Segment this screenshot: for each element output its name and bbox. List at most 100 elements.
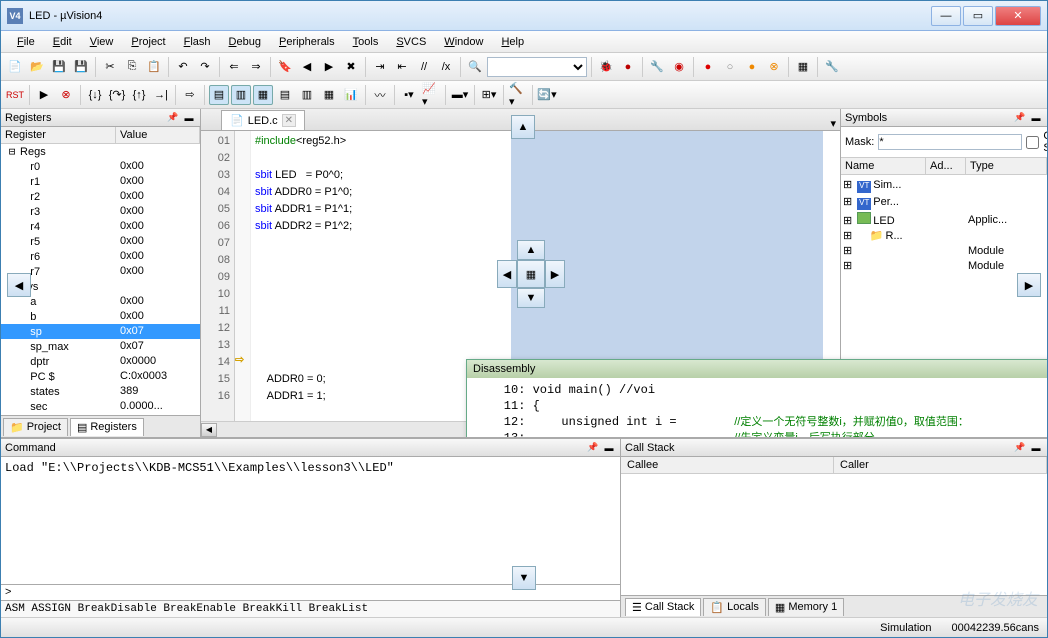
panel-close-icon[interactable]: ▬ [1029,111,1043,125]
reg-b[interactable]: b0x00 [1,309,200,324]
dock-center-icon[interactable]: ▦ [517,260,545,288]
menu-view[interactable]: View [82,34,122,50]
comment-icon[interactable]: // [414,57,434,77]
menu-help[interactable]: Help [493,34,532,50]
symbol-item[interactable]: ⊞ 📁R... [843,228,1045,243]
menu-file[interactable]: File [9,34,43,50]
menu-project[interactable]: Project [123,34,173,50]
orange-x-icon[interactable]: ⊗ [764,57,784,77]
reg-dptr[interactable]: dptr0x0000 [1,354,200,369]
stop-icon[interactable]: ⊗ [56,85,76,105]
outdent-icon[interactable]: ⇤ [392,57,412,77]
analysis-window-icon[interactable]: 📊 [341,85,361,105]
perf-icon[interactable]: 📈▾ [421,85,441,105]
mask-input[interactable] [878,134,1022,150]
nav-fwd-icon[interactable]: ⇒ [246,57,266,77]
cut-icon[interactable]: ✂ [100,57,120,77]
disassembly-titlebar[interactable]: Disassembly ✕ [467,360,1047,378]
symbol-item[interactable]: ⊞ Module [843,243,1045,258]
logic-analyzer-icon[interactable]: ▬▾ [450,85,470,105]
register-col-header[interactable]: Register [1,127,116,143]
memory-window-icon[interactable]: ▥ [297,85,317,105]
locals-tab[interactable]: 📋Locals [703,598,766,616]
bookmark-clear-icon[interactable]: ✖ [341,57,361,77]
tab-dropdown-icon[interactable]: ▾ [830,117,836,130]
system-viewer-icon[interactable]: ⊞▾ [479,85,499,105]
sym-col-name[interactable]: Name [841,158,926,174]
reg-sp[interactable]: sp0x07 [1,324,200,339]
dock-north-icon[interactable]: ▲ [517,240,545,260]
uncomment-icon[interactable]: /x [436,57,456,77]
run-to-cursor-icon[interactable]: →| [151,85,171,105]
registers-tab[interactable]: ▤ Registers [70,418,144,436]
dock-west-icon[interactable]: ◀ [497,260,517,288]
step-into-icon[interactable]: {↓} [85,85,105,105]
minimize-button[interactable]: — [931,6,961,26]
reg-PC[interactable]: PC $C:0x0003 [1,369,200,384]
window-layout-icon[interactable]: ▦ [793,57,813,77]
bookmark-prev-icon[interactable]: ◀ [297,57,317,77]
disassembly-content[interactable]: 10: void main() //voi 11: { 12: unsigned… [467,378,1047,437]
red-dot-icon[interactable]: ● [698,57,718,77]
dock-bottom-hint[interactable]: ▼ [512,566,536,590]
tab-close-icon[interactable]: ✕ [282,114,296,127]
symbol-item[interactable]: ⊞ VTSim... [843,177,1045,194]
editor-tab-led[interactable]: 📄 LED.c ✕ [221,110,305,130]
panel-close-icon[interactable]: ▬ [602,441,616,455]
caller-col[interactable]: Caller [834,457,1047,473]
save-all-icon[interactable]: 💾 [71,57,91,77]
redo-icon[interactable]: ↷ [195,57,215,77]
breakpoint-margin[interactable]: ⇨ [235,131,251,421]
gray-dot-icon[interactable]: ○ [720,57,740,77]
pin-icon[interactable]: 📌 [1013,111,1027,125]
dock-south-icon[interactable]: ▼ [517,288,545,308]
reg-r0[interactable]: r00x00 [1,159,200,174]
bookmark-icon[interactable]: 🔖 [275,57,295,77]
wrench-icon[interactable]: 🔧 [822,57,842,77]
breakpoint-icon[interactable]: ● [618,57,638,77]
step-over-icon[interactable]: {↷} [107,85,127,105]
menu-flash[interactable]: Flash [176,34,219,50]
memory-tab[interactable]: ▦Memory 1 [768,598,844,616]
reg-r3[interactable]: r30x00 [1,204,200,219]
serial-window-icon[interactable]: ▦ [319,85,339,105]
reg-r2[interactable]: r20x00 [1,189,200,204]
reg-group-regs[interactable]: ⊟ Regs [1,144,200,159]
reg-sec[interactable]: sec0.0000... [1,399,200,414]
indent-icon[interactable]: ⇥ [370,57,390,77]
find-icon[interactable]: 🔍 [465,57,485,77]
maximize-button[interactable]: ▭ [963,6,993,26]
value-col-header[interactable]: Value [116,127,200,143]
reg-r1[interactable]: r10x00 [1,174,200,189]
undo-icon[interactable]: ↶ [173,57,193,77]
sym-col-addr[interactable]: Ad... [926,158,966,174]
registers-window-icon[interactable]: ▥ [231,85,251,105]
panel-close-icon[interactable]: ▬ [182,111,196,125]
dock-right-hint[interactable]: ▶ [1017,273,1041,297]
callstack-window-icon[interactable]: ▦ [253,85,273,105]
command-output[interactable]: Load "E:\\Projects\\KDB-MCS51\\Examples\… [1,457,620,584]
menu-edit[interactable]: Edit [45,34,80,50]
paste-icon[interactable]: 📋 [144,57,164,77]
scroll-left-icon[interactable]: ◀ [201,423,217,437]
reg-r6[interactable]: r60x00 [1,249,200,264]
menu-peripherals[interactable]: Peripherals [271,34,343,50]
run-icon[interactable]: ▶ [34,85,54,105]
dock-east-icon[interactable]: ▶ [545,260,565,288]
menu-window[interactable]: Window [436,34,491,50]
callee-col[interactable]: Callee [621,457,834,473]
reg-r4[interactable]: r40x00 [1,219,200,234]
callstack-tab[interactable]: ☰Call Stack [625,598,701,616]
symbol-item[interactable]: ⊞ LEDApplic... [843,211,1045,228]
sym-col-type[interactable]: Type [966,158,1047,174]
bookmark-next-icon[interactable]: ▶ [319,57,339,77]
pin-icon[interactable]: 📌 [586,441,600,455]
open-icon[interactable]: 📂 [27,57,47,77]
trace-icon[interactable]: 〰 [370,85,390,105]
reg-states[interactable]: states389 [1,384,200,399]
menu-debug[interactable]: Debug [221,34,269,50]
new-file-icon[interactable]: 📄 [5,57,25,77]
dock-cross[interactable]: ▲ ◀ ▦ ▶ ▼ [497,240,565,308]
symbol-item[interactable]: ⊞ Module [843,258,1045,273]
save-icon[interactable]: 💾 [49,57,69,77]
